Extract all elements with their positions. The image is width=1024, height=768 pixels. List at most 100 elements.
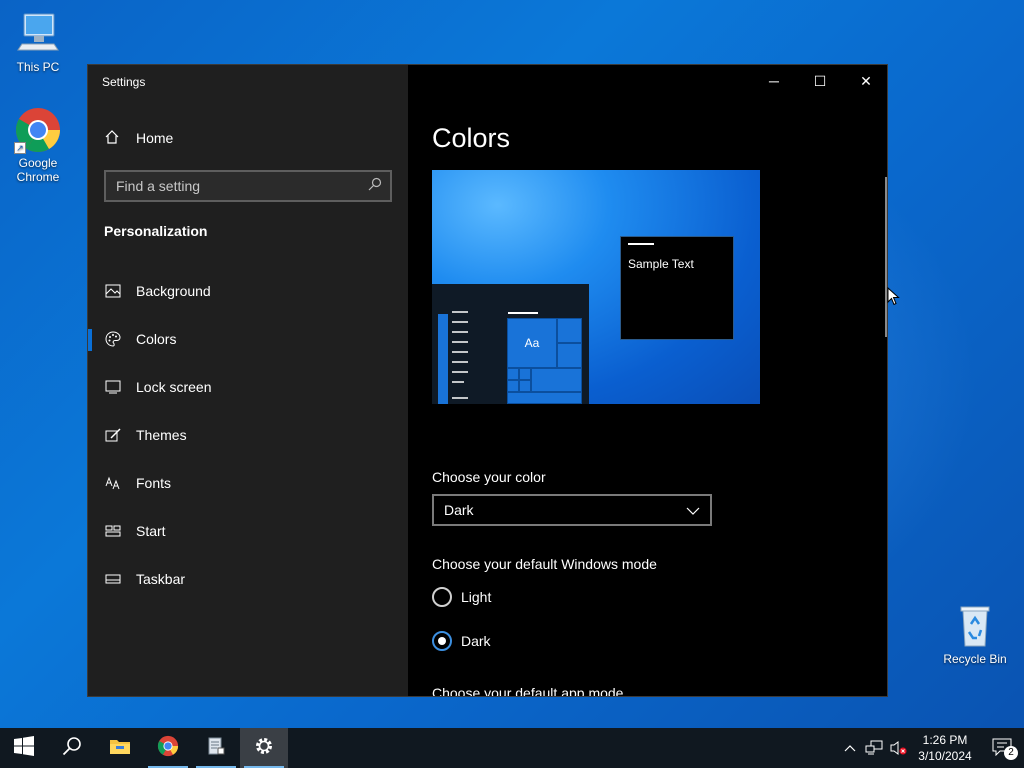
document-icon	[206, 736, 226, 761]
taskbar-chrome[interactable]	[144, 728, 192, 768]
preview-sample-text: Sample Text	[628, 257, 694, 271]
settings-sidebar: Settings Home Personalization Background	[88, 65, 408, 696]
search-input[interactable]	[116, 178, 368, 194]
desktop-icon-google-chrome[interactable]: ↗ Google Chrome	[0, 106, 76, 184]
sidebar-item-lock-screen[interactable]: Lock screen	[88, 363, 408, 411]
brush-icon	[104, 426, 122, 444]
clock-time: 1:26 PM	[922, 733, 968, 747]
network-icon[interactable]	[862, 728, 886, 768]
clock-date: 3/10/2024	[918, 749, 972, 763]
taskbar-notepad[interactable]	[192, 728, 240, 768]
page-title: Colors	[432, 123, 511, 153]
preview-start-panel: Aa	[432, 284, 589, 404]
maximize-button[interactable]: ☐	[797, 65, 843, 97]
nav-home-label: Home	[136, 130, 174, 146]
system-tray: 1:26 PM 3/10/2024 2	[838, 728, 1024, 768]
sidebar-item-background[interactable]: Background	[88, 267, 408, 315]
preview-tile	[531, 368, 582, 392]
palette-icon	[104, 330, 122, 348]
action-center-button[interactable]: 2	[980, 728, 1024, 768]
notification-badge: 2	[1004, 746, 1018, 760]
search-box[interactable]	[104, 170, 392, 202]
scrollbar[interactable]	[885, 177, 887, 337]
chrome-icon	[157, 735, 179, 762]
preview-rail	[438, 314, 448, 404]
preview-list-lines	[452, 311, 468, 399]
sidebar-item-label: Start	[136, 523, 166, 539]
sidebar-item-label: Lock screen	[136, 379, 212, 395]
sidebar-item-label: Themes	[136, 427, 187, 443]
section-title: Personalization	[104, 223, 208, 239]
preview-sample-window: Sample Text	[620, 236, 734, 340]
preview-tile-bar	[508, 312, 538, 314]
desktop-icon-label: Recycle Bin	[943, 652, 1007, 666]
gear-icon	[254, 736, 274, 761]
mouse-cursor-icon	[887, 286, 901, 312]
preview-tile	[557, 318, 582, 343]
radio-label: Dark	[461, 633, 491, 649]
taskbar-icon	[104, 570, 122, 588]
clock[interactable]: 1:26 PM 3/10/2024	[910, 732, 980, 764]
desktop-icon-this-pc[interactable]: This PC	[0, 10, 76, 74]
sidebar-item-label: Taskbar	[136, 571, 186, 587]
taskbar-search-button[interactable]	[48, 728, 96, 768]
preview-tile	[519, 380, 531, 392]
windows-mode-label: Choose your default Windows mode	[432, 556, 657, 572]
sidebar-item-themes[interactable]: Themes	[88, 411, 408, 459]
dropdown-value: Dark	[444, 502, 474, 518]
search-icon	[62, 736, 82, 761]
radio-button[interactable]	[432, 587, 452, 607]
choose-color-label: Choose your color	[432, 469, 546, 485]
chevron-up-icon[interactable]	[838, 728, 862, 768]
app-mode-label: Choose your default app mode	[432, 685, 624, 697]
preview-tile	[507, 380, 519, 392]
window-controls: ─ ☐ ✕	[751, 65, 887, 97]
window-title: Settings	[102, 75, 146, 89]
sidebar-item-label: Fonts	[136, 475, 172, 491]
nav-list: Background Colors Lock screen Themes Fon…	[88, 267, 408, 603]
windows-logo-icon	[14, 735, 34, 761]
close-button[interactable]: ✕	[843, 65, 887, 97]
radio-dark[interactable]: Dark	[432, 631, 491, 651]
computer-icon	[14, 10, 62, 58]
start-button[interactable]	[0, 728, 48, 768]
minimize-button[interactable]: ─	[751, 65, 797, 97]
home-icon	[104, 129, 122, 148]
sidebar-item-taskbar[interactable]: Taskbar	[88, 555, 408, 603]
picture-icon	[104, 282, 122, 300]
choose-color-dropdown[interactable]: Dark	[432, 494, 712, 526]
folder-icon	[109, 737, 131, 760]
desktop-icon-recycle-bin[interactable]: Recycle Bin	[937, 602, 1013, 666]
taskbar-file-explorer[interactable]	[96, 728, 144, 768]
taskbar-settings[interactable]	[240, 728, 288, 768]
preview-tile	[557, 343, 582, 368]
settings-content: ─ ☐ ✕ Colors Aa Sample Text Choose your …	[408, 65, 887, 697]
lock-screen-icon	[104, 378, 122, 396]
color-preview: Aa Sample Text	[432, 170, 760, 404]
settings-window: Settings Home Personalization Background	[87, 64, 888, 697]
sidebar-item-label: Colors	[136, 331, 177, 347]
desktop-icon-label: This PC	[16, 60, 60, 74]
preview-tile	[507, 392, 582, 404]
chrome-icon: ↗	[14, 106, 62, 154]
radio-button[interactable]	[432, 631, 452, 651]
sidebar-item-label: Background	[136, 283, 211, 299]
preview-tile	[519, 368, 531, 380]
recycle-bin-icon	[951, 602, 999, 650]
start-grid-icon	[104, 522, 122, 540]
volume-muted-icon[interactable]	[886, 728, 910, 768]
radio-label: Light	[461, 589, 492, 605]
search-icon[interactable]	[368, 177, 382, 196]
chevron-down-icon	[686, 502, 700, 518]
radio-light[interactable]: Light	[432, 587, 491, 607]
preview-sample-bar	[628, 243, 654, 245]
font-icon	[104, 474, 122, 492]
sidebar-item-start[interactable]: Start	[88, 507, 408, 555]
preview-tile	[507, 368, 519, 380]
sidebar-item-colors[interactable]: Colors	[88, 315, 408, 363]
nav-home[interactable]: Home	[104, 127, 173, 149]
shortcut-arrow-icon: ↗	[14, 142, 26, 154]
taskbar: 1:26 PM 3/10/2024 2	[0, 728, 1024, 768]
desktop-icon-label: Google Chrome	[16, 156, 60, 184]
sidebar-item-fonts[interactable]: Fonts	[88, 459, 408, 507]
